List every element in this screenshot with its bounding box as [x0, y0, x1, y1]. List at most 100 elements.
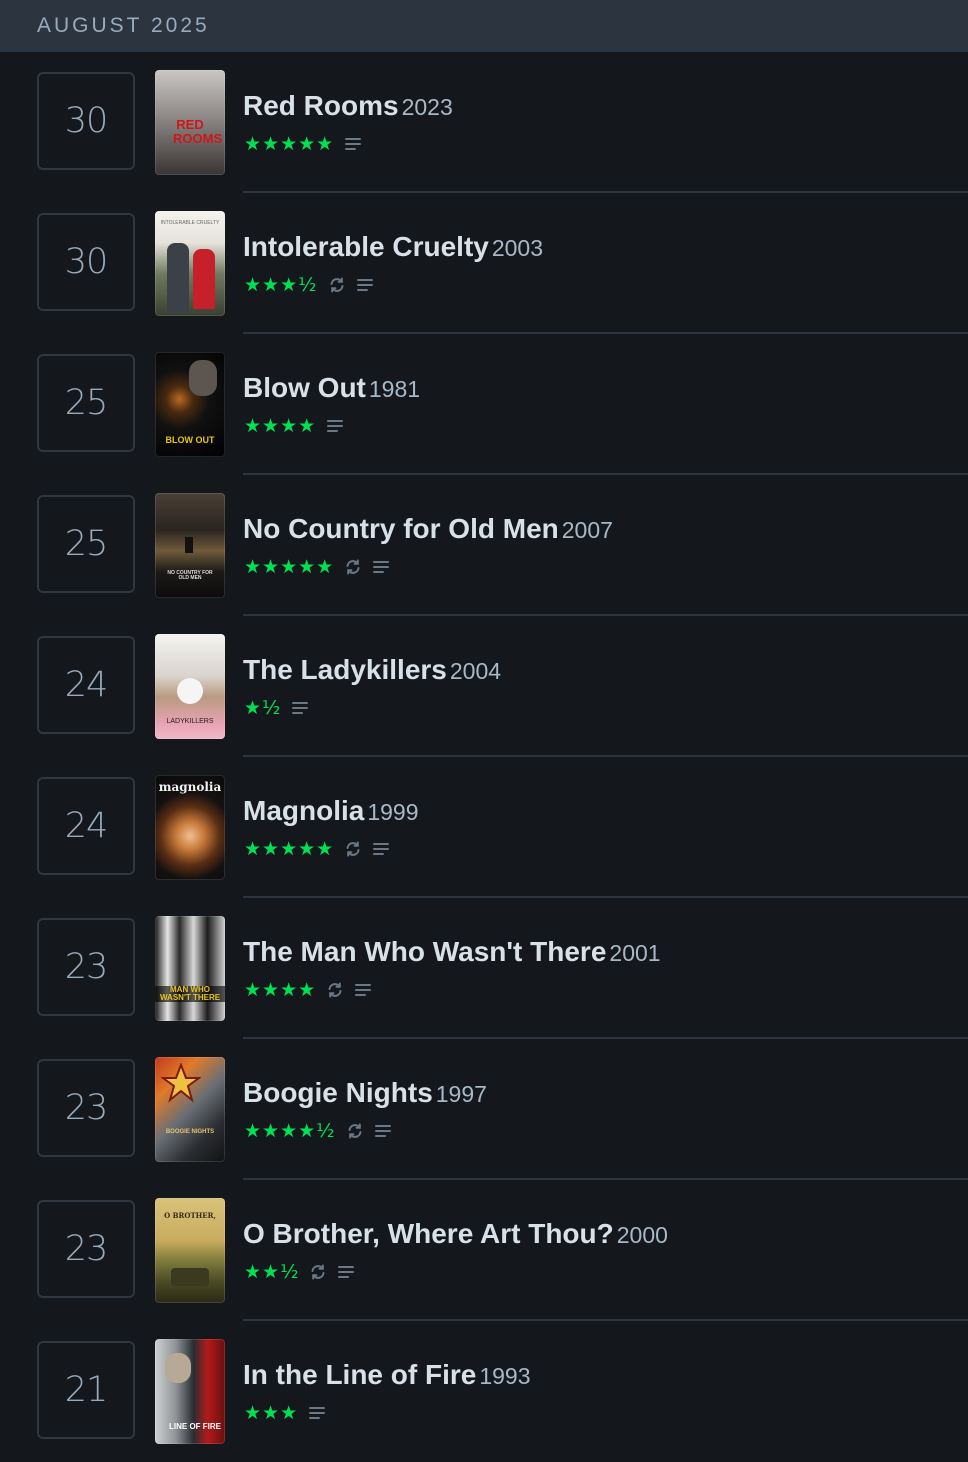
- film-poster[interactable]: MAN WHO WASN'T THERE: [155, 916, 225, 1021]
- film-year[interactable]: 1993: [479, 1363, 530, 1389]
- review-icon[interactable]: [308, 1404, 326, 1422]
- film-year[interactable]: 1997: [436, 1081, 487, 1107]
- film-title-link[interactable]: Blow Out 1981: [243, 372, 420, 404]
- diary-entry: 25 NO COUNTRY FOR OLD MEN No Country for…: [0, 475, 968, 616]
- review-icon[interactable]: [372, 840, 390, 858]
- film-poster[interactable]: BOOGIE NIGHTS: [155, 1057, 225, 1162]
- day-link[interactable]: 24: [37, 777, 135, 875]
- review-icon[interactable]: [354, 981, 372, 999]
- star-rating: ★★★: [244, 1402, 299, 1424]
- diary-entry: 23 MAN WHO WASN'T THERE The Man Who Wasn…: [0, 898, 968, 1039]
- entry-meta: ★★★: [244, 1402, 326, 1424]
- review-icon[interactable]: [372, 558, 390, 576]
- film-title: Blow Out: [243, 372, 366, 403]
- film-poster[interactable]: BLOW OUT: [155, 352, 225, 457]
- entry-meta: ★★★★½: [244, 1120, 392, 1142]
- film-year[interactable]: 2000: [617, 1222, 668, 1248]
- star-rating: ★★½: [244, 1261, 300, 1283]
- film-poster[interactable]: NO COUNTRY FOR OLD MEN: [155, 493, 225, 598]
- film-title-link[interactable]: Boogie Nights 1997: [243, 1077, 487, 1109]
- film-poster[interactable]: LINE OF FIRE: [155, 1339, 225, 1444]
- star-rating: ★★★★★: [244, 133, 335, 155]
- review-icon[interactable]: [291, 699, 309, 717]
- film-poster[interactable]: O BROTHER,: [155, 1198, 225, 1303]
- day-link[interactable]: 23: [37, 918, 135, 1016]
- diary-entry: 24 LADYKILLERS The Ladykillers 2004 ★½: [0, 616, 968, 757]
- day-link[interactable]: 24: [37, 636, 135, 734]
- film-year[interactable]: 2023: [402, 94, 453, 120]
- film-year[interactable]: 1999: [367, 799, 418, 825]
- film-title: The Man Who Wasn't There: [243, 936, 607, 967]
- film-poster[interactable]: magnolia: [155, 775, 225, 880]
- review-icon[interactable]: [337, 1263, 355, 1281]
- entry-meta: ★★★★★: [244, 133, 362, 155]
- month-label: AUGUST 2025: [37, 14, 210, 37]
- entry-meta: ★★★★★: [244, 556, 390, 578]
- day-link[interactable]: 25: [37, 495, 135, 593]
- film-title-link[interactable]: O Brother, Where Art Thou? 2000: [243, 1218, 668, 1250]
- poster-caption: BLOW OUT: [165, 435, 215, 445]
- poster-caption: NO COUNTRY FOR OLD MEN: [167, 570, 213, 581]
- day-link[interactable]: 23: [37, 1059, 135, 1157]
- poster-caption: MAN WHO WASN'T THERE: [155, 986, 225, 1002]
- entry-meta: ★½: [244, 697, 309, 719]
- review-icon[interactable]: [326, 417, 344, 435]
- review-icon[interactable]: [374, 1122, 392, 1140]
- film-title-link[interactable]: Magnolia 1999: [243, 795, 419, 827]
- film-title: No Country for Old Men: [243, 513, 559, 544]
- poster-caption: INTOLERABLE CRUELTY: [160, 220, 220, 226]
- film-year[interactable]: 2004: [450, 658, 501, 684]
- film-title-link[interactable]: The Man Who Wasn't There 2001: [243, 936, 661, 968]
- film-title: Red Rooms: [243, 90, 399, 121]
- rewatch-icon: [346, 559, 360, 575]
- film-poster[interactable]: LADYKILLERS: [155, 634, 225, 739]
- film-title: In the Line of Fire: [243, 1359, 477, 1390]
- poster-caption: magnolia: [158, 780, 222, 794]
- entry-meta: ★★★★: [244, 415, 344, 437]
- diary-entry: 30 RED ROOMS Red Rooms 2023 ★★★★★: [0, 52, 968, 193]
- film-title: Intolerable Cruelty: [243, 231, 489, 262]
- entry-meta: ★★½: [244, 1261, 355, 1283]
- rewatch-icon: [328, 982, 342, 998]
- entry-meta: ★★★★: [244, 979, 372, 1001]
- poster-caption: LINE OF FIRE: [169, 1422, 221, 1431]
- film-year[interactable]: 1981: [369, 376, 420, 402]
- entry-meta: ★★★★★: [244, 838, 390, 860]
- film-year[interactable]: 2003: [492, 235, 543, 261]
- star-rating: ★★★★★: [244, 838, 335, 860]
- film-poster[interactable]: INTOLERABLE CRUELTY: [155, 211, 225, 316]
- star-rating: ★★★½: [244, 274, 318, 296]
- month-header: AUGUST 2025: [0, 0, 968, 52]
- film-title-link[interactable]: Intolerable Cruelty 2003: [243, 231, 543, 263]
- star-rating: ★★★★½: [244, 1120, 336, 1142]
- film-poster[interactable]: RED ROOMS: [155, 70, 225, 175]
- day-link[interactable]: 23: [37, 1200, 135, 1298]
- day-link[interactable]: 30: [37, 213, 135, 311]
- film-title-link[interactable]: In the Line of Fire 1993: [243, 1359, 531, 1391]
- rewatch-icon: [348, 1123, 362, 1139]
- poster-caption: LADYKILLERS: [166, 718, 214, 725]
- film-title-link[interactable]: The Ladykillers 2004: [243, 654, 501, 686]
- poster-caption: O BROTHER,: [164, 1211, 216, 1220]
- entry-meta: ★★★½: [244, 274, 374, 296]
- day-link[interactable]: 25: [37, 354, 135, 452]
- diary-entry: 30 INTOLERABLE CRUELTY Intolerable Cruel…: [0, 193, 968, 334]
- star-rating: ★★★★: [244, 979, 317, 1001]
- poster-caption: RED ROOMS: [173, 117, 223, 146]
- day-link[interactable]: 30: [37, 72, 135, 170]
- star-rating: ★★★★: [244, 415, 317, 437]
- film-year[interactable]: 2007: [562, 517, 613, 543]
- diary-entry: 23 BOOGIE NIGHTS Boogie Nights 1997 ★★★★½: [0, 1039, 968, 1180]
- film-title-link[interactable]: No Country for Old Men 2007: [243, 513, 613, 545]
- review-icon[interactable]: [356, 276, 374, 294]
- day-link[interactable]: 21: [37, 1341, 135, 1439]
- film-title: The Ladykillers: [243, 654, 447, 685]
- film-title: O Brother, Where Art Thou?: [243, 1218, 614, 1249]
- rewatch-icon: [346, 841, 360, 857]
- film-title-link[interactable]: Red Rooms 2023: [243, 90, 453, 122]
- diary-list: 30 RED ROOMS Red Rooms 2023 ★★★★★ 30 INTO…: [0, 52, 968, 1462]
- diary-entry: 25 BLOW OUT Blow Out 1981 ★★★★: [0, 334, 968, 475]
- review-icon[interactable]: [344, 135, 362, 153]
- rewatch-icon: [311, 1264, 325, 1280]
- film-year[interactable]: 2001: [609, 940, 660, 966]
